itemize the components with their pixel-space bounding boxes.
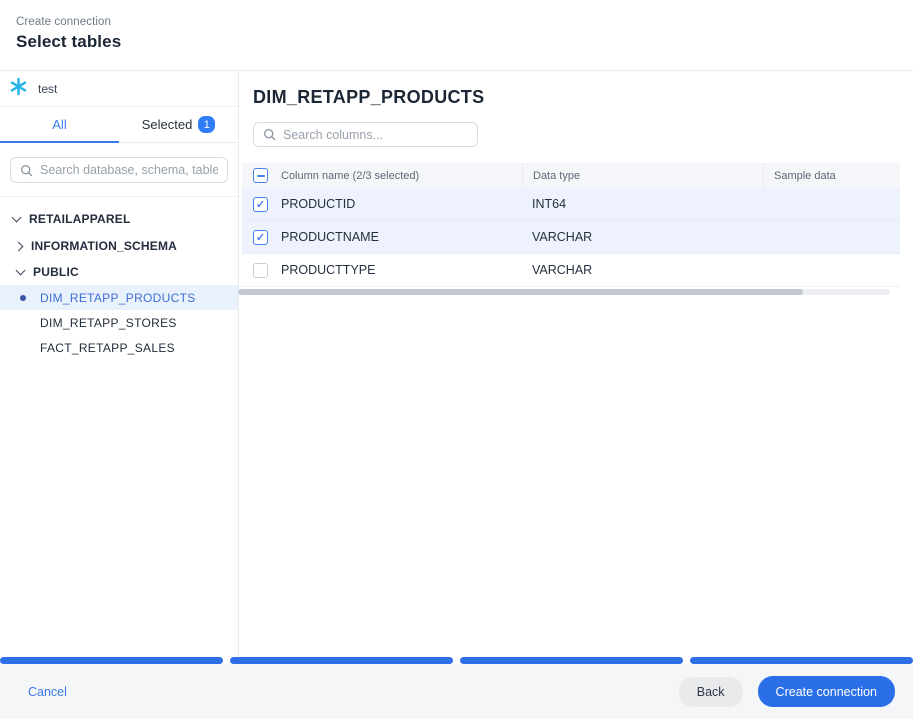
sidebar: test All Selected 1 RETAILAP xyxy=(0,71,239,664)
columns-table: Column name (2/3 selected) Data type Sam… xyxy=(242,163,900,295)
create-connection-button[interactable]: Create connection xyxy=(758,676,895,707)
tree-item-dim-retapp-stores[interactable]: DIM_RETAPP_STORES xyxy=(0,310,238,335)
row-checkbox[interactable]: ✓ xyxy=(253,230,268,245)
main-panel: DIM_RETAPP_PRODUCTS Column name (2/3 sel… xyxy=(239,71,913,664)
row-checkbox[interactable]: ✓ xyxy=(253,197,268,212)
select-all-checkbox[interactable] xyxy=(253,168,268,183)
cell-column-name: PRODUCTTYPE xyxy=(281,263,522,277)
tree-item-label: DIM_RETAPP_STORES xyxy=(40,316,177,330)
sidebar-search-wrap xyxy=(0,143,238,197)
tab-selected-label: Selected xyxy=(142,117,193,132)
progress-stepper xyxy=(0,657,913,664)
sidebar-tabs: All Selected 1 xyxy=(0,107,238,143)
stepper-segment xyxy=(230,657,453,664)
tree-item-label: RETAILAPPAREL xyxy=(29,212,131,226)
snowflake-icon xyxy=(9,77,28,101)
tree-item-label: DIM_RETAPP_PRODUCTS xyxy=(40,291,196,305)
breadcrumb: Create connection xyxy=(16,16,913,28)
columns-search-box[interactable] xyxy=(253,122,478,147)
footer-bar: Cancel Back Create connection xyxy=(0,664,913,719)
tab-selected[interactable]: Selected 1 xyxy=(119,107,238,142)
table-row[interactable]: PRODUCTTYPE VARCHAR xyxy=(242,254,900,287)
tab-all[interactable]: All xyxy=(0,107,119,142)
tree-item-label: PUBLIC xyxy=(33,265,79,279)
connection-row: test xyxy=(0,71,238,107)
stepper-segment xyxy=(0,657,223,664)
chevron-down-icon xyxy=(16,266,26,276)
chevron-down-icon xyxy=(12,212,22,222)
table-row[interactable]: ✓ PRODUCTNAME VARCHAR xyxy=(242,221,900,254)
cell-data-type: VARCHAR xyxy=(522,230,763,244)
wizard-header: Create connection Select tables xyxy=(0,0,913,71)
table-row[interactable]: ✓ PRODUCTID INT64 xyxy=(242,188,900,221)
search-icon xyxy=(263,128,276,141)
connection-name: test xyxy=(38,82,57,96)
column-header-name: Column name (2/3 selected) xyxy=(281,170,522,182)
back-button[interactable]: Back xyxy=(679,677,743,707)
tree-item-fact-retapp-sales[interactable]: FACT_RETAPP_SALES xyxy=(0,335,238,360)
cancel-link[interactable]: Cancel xyxy=(28,685,67,699)
column-header-datatype: Data type xyxy=(522,163,763,188)
column-header-sample: Sample data xyxy=(763,163,900,188)
tree-item-label: INFORMATION_SCHEMA xyxy=(31,239,177,253)
tree-item-label: FACT_RETAPP_SALES xyxy=(40,341,175,355)
tab-all-label: All xyxy=(52,117,66,132)
cell-data-type: INT64 xyxy=(522,197,763,211)
schema-tree: RETAILAPPAREL INFORMATION_SCHEMA PUBLIC … xyxy=(0,197,238,360)
tree-item-public[interactable]: PUBLIC xyxy=(0,259,238,285)
page-title: Select tables xyxy=(16,32,913,52)
selected-dot-icon xyxy=(20,295,26,301)
cell-data-type: VARCHAR xyxy=(522,263,763,277)
cell-column-name: PRODUCTNAME xyxy=(281,230,522,244)
tree-item-database[interactable]: RETAILAPPAREL xyxy=(0,204,238,233)
sidebar-search-input[interactable] xyxy=(40,163,218,177)
horizontal-scrollbar[interactable] xyxy=(238,289,890,295)
content-area: test All Selected 1 RETAILAP xyxy=(0,71,913,664)
columns-search-input[interactable] xyxy=(283,128,468,142)
chevron-right-icon xyxy=(14,241,24,251)
search-icon xyxy=(20,164,33,177)
table-title: DIM_RETAPP_PRODUCTS xyxy=(253,87,900,108)
row-checkbox[interactable] xyxy=(253,263,268,278)
tree-item-dim-retapp-products[interactable]: DIM_RETAPP_PRODUCTS xyxy=(0,285,238,310)
stepper-segment xyxy=(690,657,913,664)
tree-item-information-schema[interactable]: INFORMATION_SCHEMA xyxy=(0,233,238,259)
scrollbar-thumb[interactable] xyxy=(238,289,803,295)
cell-column-name: PRODUCTID xyxy=(281,197,522,211)
stepper-segment xyxy=(460,657,683,664)
table-header-row: Column name (2/3 selected) Data type Sam… xyxy=(242,163,900,188)
selected-count-badge: 1 xyxy=(198,116,215,133)
sidebar-search-box[interactable] xyxy=(10,157,228,183)
